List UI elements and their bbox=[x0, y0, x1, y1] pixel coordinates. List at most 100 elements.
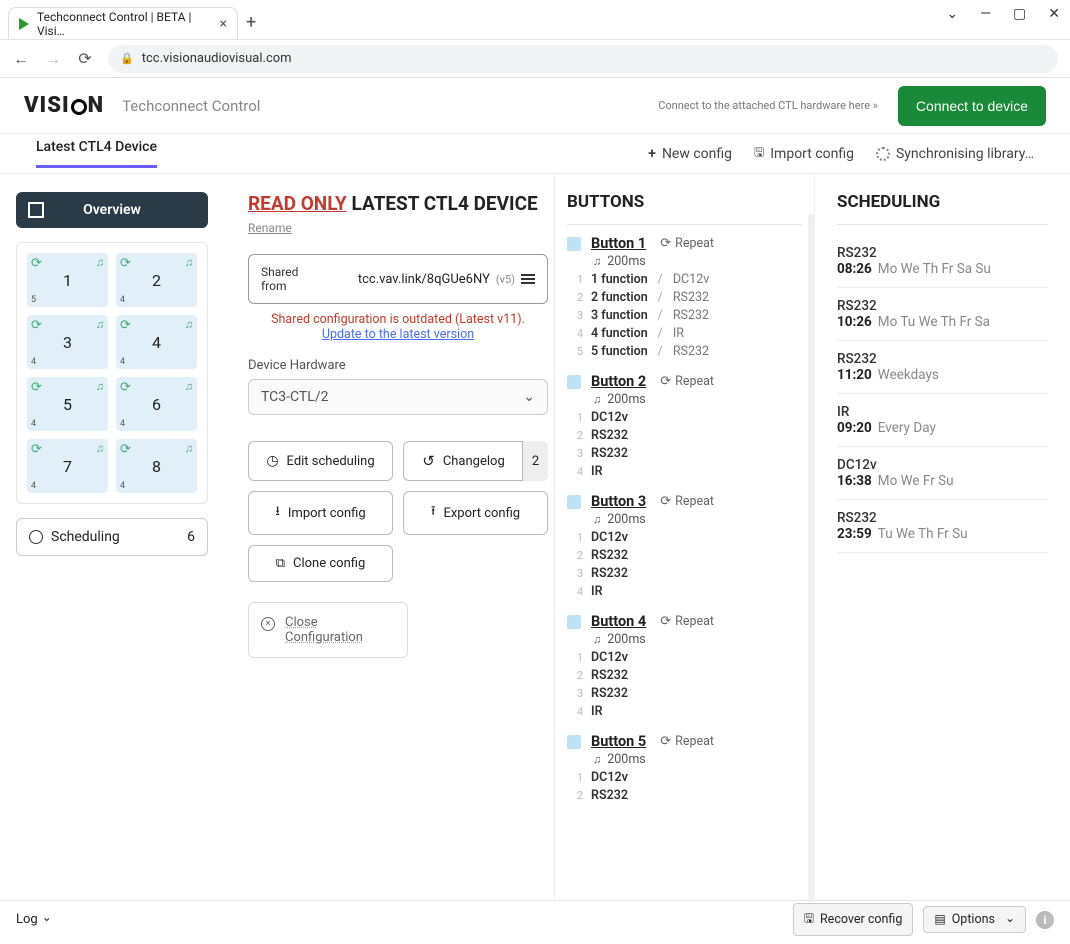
options-button[interactable]: Options bbox=[923, 906, 1026, 933]
function-row[interactable]: 4IR bbox=[567, 584, 802, 599]
loop-icon bbox=[120, 318, 131, 333]
grid-button-3[interactable]: 34 bbox=[27, 315, 108, 369]
back-icon[interactable]: ← bbox=[12, 49, 30, 69]
url-input[interactable]: 🔒 tcc.visionaudiovisual.com bbox=[108, 45, 1058, 73]
function-label: RS232 bbox=[591, 686, 628, 701]
function-row[interactable]: 55 function/RS232 bbox=[567, 344, 802, 359]
scheduling-button[interactable]: Scheduling 6 bbox=[16, 518, 208, 556]
grid-button-1[interactable]: 15 bbox=[27, 253, 108, 307]
button-checkbox[interactable] bbox=[567, 735, 581, 749]
schedule-item[interactable]: RS23211:20Weekdays bbox=[837, 341, 1048, 394]
clone-config-action[interactable]: Clone config bbox=[248, 545, 393, 582]
new-config-button[interactable]: New config bbox=[648, 143, 732, 164]
button-link[interactable]: Button 5 bbox=[591, 733, 646, 750]
browser-tab[interactable]: Techconnect Control | BETA | Visi… × bbox=[8, 7, 238, 39]
grid-count: 4 bbox=[120, 481, 125, 491]
grid-button-8[interactable]: 84 bbox=[116, 439, 197, 493]
function-row[interactable]: 11 function/DC12v bbox=[567, 272, 802, 287]
update-link[interactable]: Update to the latest version bbox=[248, 327, 548, 342]
connect-to-device-button[interactable]: Connect to device bbox=[898, 86, 1046, 126]
function-row[interactable]: 4IR bbox=[567, 464, 802, 479]
schedule-item[interactable]: RS23208:26Mo We Th Fr Sa Su bbox=[837, 235, 1048, 288]
info-icon[interactable]: i bbox=[1036, 911, 1054, 929]
button-link[interactable]: Button 4 bbox=[591, 613, 646, 630]
maximize-icon[interactable]: ▢ bbox=[1013, 6, 1026, 22]
browser-tab-bar: Techconnect Control | BETA | Visi… × + ⌄… bbox=[0, 0, 1070, 40]
repeat-toggle[interactable]: Repeat bbox=[660, 494, 714, 509]
schedule-type: DC12v bbox=[837, 457, 1048, 473]
active-config-tab[interactable]: Latest CTL4 Device bbox=[36, 139, 157, 168]
grid-button-7[interactable]: 74 bbox=[27, 439, 108, 493]
button-link[interactable]: Button 1 bbox=[591, 235, 646, 252]
button-checkbox[interactable] bbox=[567, 495, 581, 509]
reload-icon[interactable]: ⟳ bbox=[76, 49, 94, 68]
button-link[interactable]: Button 3 bbox=[591, 493, 646, 510]
tab-title: Techconnect Control | BETA | Visi… bbox=[37, 10, 212, 38]
scheduling-title: SCHEDULING bbox=[837, 192, 1048, 212]
main-area: Overview 1524344454647484 Scheduling 6 R… bbox=[0, 174, 1070, 900]
close-configuration-button[interactable]: × CloseConfiguration bbox=[248, 602, 408, 658]
hardware-select[interactable]: TC3-CTL/2 ⌄ bbox=[248, 379, 548, 415]
schedule-item[interactable]: RS23210:26Mo Tu We Th Fr Sa bbox=[837, 288, 1048, 341]
delay-row: 200ms bbox=[567, 392, 802, 407]
share-menu-icon[interactable] bbox=[521, 274, 535, 284]
grid-button-2[interactable]: 24 bbox=[116, 253, 197, 307]
function-row[interactable]: 1DC12v bbox=[567, 530, 802, 545]
function-row[interactable]: 1DC12v bbox=[567, 770, 802, 785]
button-checkbox[interactable] bbox=[567, 615, 581, 629]
grid-number: 7 bbox=[63, 457, 72, 476]
grid-count: 4 bbox=[31, 481, 36, 491]
function-row[interactable]: 3RS232 bbox=[567, 446, 802, 461]
window-controls: ⌄ — ▢ ✕ bbox=[946, 6, 1060, 22]
grid-button-5[interactable]: 54 bbox=[27, 377, 108, 431]
schedule-item[interactable]: IR09:20Every Day bbox=[837, 394, 1048, 447]
repeat-toggle[interactable]: Repeat bbox=[660, 374, 714, 389]
close-window-icon[interactable]: ✕ bbox=[1048, 6, 1060, 22]
schedule-type: RS232 bbox=[837, 298, 1048, 314]
repeat-toggle[interactable]: Repeat bbox=[660, 734, 714, 749]
share-url[interactable]: tcc.vav.link/8qGUe6NY bbox=[323, 272, 490, 287]
grid-button-6[interactable]: 64 bbox=[116, 377, 197, 431]
function-index: 2 bbox=[573, 789, 583, 802]
function-row[interactable]: 1DC12v bbox=[567, 650, 802, 665]
schedule-item[interactable]: DC12v16:38Mo We Fr Su bbox=[837, 447, 1048, 500]
import-config-button[interactable]: Import config bbox=[754, 143, 854, 164]
import-config-action[interactable]: Import config bbox=[248, 491, 393, 535]
repeat-toggle[interactable]: Repeat bbox=[660, 614, 714, 629]
changelog-button[interactable]: Changelog 2 bbox=[403, 441, 548, 481]
close-tab-icon[interactable]: × bbox=[220, 16, 227, 32]
function-index: 2 bbox=[573, 669, 583, 682]
export-config-action[interactable]: Export config bbox=[403, 491, 548, 535]
new-tab-button[interactable]: + bbox=[246, 12, 256, 33]
grid-button-4[interactable]: 44 bbox=[116, 315, 197, 369]
function-row[interactable]: 33 function/RS232 bbox=[567, 308, 802, 323]
app-header: VISIN Techconnect Control Connect to the… bbox=[0, 78, 1070, 134]
function-row[interactable]: 2RS232 bbox=[567, 428, 802, 443]
function-row[interactable]: 1DC12v bbox=[567, 410, 802, 425]
overview-button[interactable]: Overview bbox=[16, 192, 208, 228]
schedule-item[interactable]: RS23223:59Tu We Th Fr Su bbox=[837, 500, 1048, 553]
grid-count: 4 bbox=[120, 295, 125, 305]
recover-config-button[interactable]: Recover config bbox=[793, 903, 914, 936]
button-checkbox[interactable] bbox=[567, 237, 581, 251]
repeat-toggle[interactable]: Repeat bbox=[660, 236, 714, 251]
function-row[interactable]: 3RS232 bbox=[567, 686, 802, 701]
function-row[interactable]: 22 function/RS232 bbox=[567, 290, 802, 305]
function-row[interactable]: 2RS232 bbox=[567, 668, 802, 683]
function-label: 1 function bbox=[591, 272, 648, 287]
function-row[interactable]: 2RS232 bbox=[567, 548, 802, 563]
button-grid: 1524344454647484 bbox=[16, 242, 208, 504]
button-checkbox[interactable] bbox=[567, 375, 581, 389]
function-label: 5 function bbox=[591, 344, 648, 359]
config-panel: READ ONLY LATEST CTL4 DEVICE Rename Shar… bbox=[224, 174, 554, 900]
function-row[interactable]: 3RS232 bbox=[567, 566, 802, 581]
rename-link[interactable]: Rename bbox=[248, 221, 292, 235]
function-row[interactable]: 2RS232 bbox=[567, 788, 802, 803]
button-link[interactable]: Button 2 bbox=[591, 373, 646, 390]
chevron-down-icon[interactable]: ⌄ bbox=[946, 6, 958, 22]
function-row[interactable]: 4IR bbox=[567, 704, 802, 719]
minimize-icon[interactable]: — bbox=[980, 6, 991, 22]
function-row[interactable]: 44 function/IR bbox=[567, 326, 802, 341]
edit-scheduling-button[interactable]: Edit scheduling bbox=[248, 441, 393, 481]
log-toggle[interactable]: Log bbox=[16, 912, 52, 927]
